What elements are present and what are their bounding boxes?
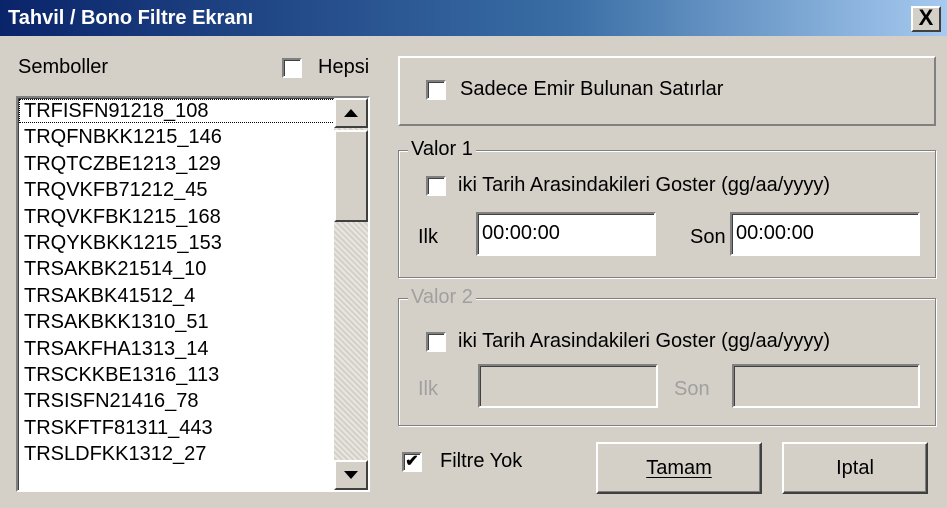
no-filter-label: Filtre Yok: [440, 450, 523, 472]
valor2-end-field[interactable]: [732, 364, 920, 408]
no-filter-checkbox[interactable]: ✔: [402, 452, 422, 472]
valor2-end-label: Son: [674, 378, 710, 400]
vertical-scrollbar[interactable]: [334, 98, 368, 490]
window-title: Tahvil / Bono Filtre Ekranı: [8, 6, 254, 29]
list-item[interactable]: TRSCKKBE1316_113: [18, 362, 336, 388]
list-item[interactable]: TRFISFN91218_108: [18, 98, 336, 124]
all-symbols-label: Hepsi: [318, 56, 370, 78]
list-item[interactable]: TRSAKBK21514_10: [18, 256, 336, 282]
valor1-end-label: Son: [690, 226, 726, 248]
list-item[interactable]: TRQYKBKK1215_153: [18, 230, 336, 256]
arrow-up-icon: [344, 109, 358, 117]
scroll-up-button[interactable]: [334, 98, 368, 128]
list-item[interactable]: TRSKFTF81311_443: [18, 415, 336, 441]
valor2-start-label: Ilk: [418, 378, 438, 400]
list-item[interactable]: TRQFNBKK1215_146: [18, 124, 336, 150]
only-orders-checkbox[interactable]: [426, 80, 446, 100]
cancel-button-label: Iptal: [836, 456, 874, 479]
symbols-listbox[interactable]: TRFISFN91218_108 TRQFNBKK1215_146 TRQTCZBE…: [16, 96, 370, 492]
ok-button[interactable]: Tamam: [596, 442, 762, 494]
valor2-start-field[interactable]: [478, 364, 658, 408]
title-bar: Tahvil / Bono Filtre Ekranı X: [0, 0, 947, 36]
arrow-down-icon: [344, 471, 358, 479]
scroll-thumb[interactable]: [334, 130, 368, 222]
valor2-range-label: iki Tarih Arasindakileri Goster (gg/aa/y…: [458, 330, 830, 352]
ok-button-label: Tamam: [646, 456, 712, 479]
valor2-legend: Valor 2: [408, 286, 476, 309]
list-item[interactable]: TRQVKFB71212_45: [18, 177, 336, 203]
list-item[interactable]: TRSAKBKK1310_51: [18, 309, 336, 335]
valor1-start-field[interactable]: 00:00:00: [476, 212, 656, 256]
list-item[interactable]: TRSLDFKK1312_27: [18, 441, 336, 467]
list-item[interactable]: TRSISFN21416_78: [18, 388, 336, 414]
cancel-button[interactable]: Iptal: [782, 442, 928, 494]
list-item[interactable]: TRQTCZBE1213_129: [18, 151, 336, 177]
valor1-range-label: iki Tarih Arasindakileri Goster (gg/aa/y…: [458, 174, 830, 196]
all-symbols-checkbox[interactable]: [282, 58, 302, 78]
valor2-range-checkbox[interactable]: [426, 332, 446, 352]
scroll-down-button[interactable]: [334, 460, 368, 490]
list-item[interactable]: TRSAKBK41512_4: [18, 283, 336, 309]
valor1-range-checkbox[interactable]: [426, 176, 446, 196]
only-orders-label: Sadece Emir Bulunan Satırlar: [460, 78, 724, 100]
symbols-label: Semboller: [18, 56, 109, 78]
close-button[interactable]: X: [911, 6, 941, 32]
list-item[interactable]: TRSAKFHA1313_14: [18, 336, 336, 362]
valor1-end-field[interactable]: 00:00:00: [730, 212, 920, 256]
list-item[interactable]: TRQVKFBK1215_168: [18, 204, 336, 230]
symbols-list: TRFISFN91218_108 TRQFNBKK1215_146 TRQTCZBE…: [18, 98, 336, 467]
valor1-start-label: Ilk: [418, 226, 438, 248]
valor1-legend: Valor 1: [408, 138, 476, 161]
